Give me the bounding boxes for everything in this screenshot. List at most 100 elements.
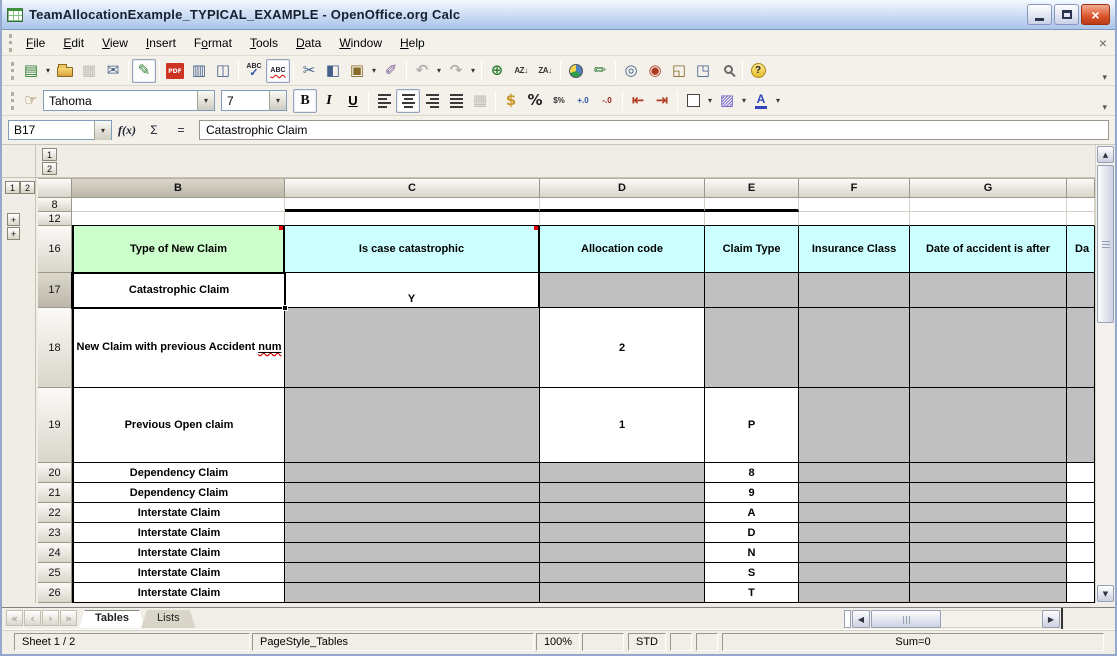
menu-help[interactable]: Help xyxy=(391,33,434,53)
percent-format-button[interactable]: % xyxy=(523,89,547,113)
sort-ascending-button[interactable]: AZ↓ xyxy=(509,59,533,83)
menu-format[interactable]: Format xyxy=(185,33,241,53)
cell[interactable] xyxy=(285,308,540,388)
row-header-19[interactable]: 19 xyxy=(38,388,72,463)
cell-b16[interactable]: Type of New Claim xyxy=(72,226,285,273)
borders-button[interactable] xyxy=(681,89,705,113)
find-replace-button[interactable]: ◎ xyxy=(619,59,643,83)
cell-d19[interactable]: 1 xyxy=(540,388,705,463)
next-sheet-icon[interactable]: › xyxy=(42,610,59,626)
menu-view[interactable]: View xyxy=(93,33,137,53)
cell[interactable] xyxy=(285,463,540,483)
cell-b20[interactable]: Dependency Claim xyxy=(72,463,285,483)
open-button[interactable] xyxy=(53,59,77,83)
cell-e23[interactable]: D xyxy=(705,523,799,543)
cell[interactable] xyxy=(910,563,1067,583)
cell-b19[interactable]: Previous Open claim xyxy=(72,388,285,463)
cell-e24[interactable]: N xyxy=(705,543,799,563)
standard-format-button[interactable]: $% xyxy=(547,89,571,113)
column-header-h-partial[interactable] xyxy=(1067,178,1095,198)
cell-c17[interactable]: Y xyxy=(285,273,540,308)
sum-button[interactable]: Σ xyxy=(142,119,166,141)
cell[interactable] xyxy=(705,212,799,226)
cell[interactable] xyxy=(799,273,910,308)
cell-d16[interactable]: Allocation code xyxy=(540,226,705,273)
cell[interactable] xyxy=(799,388,910,463)
cell[interactable] xyxy=(72,198,285,212)
page-preview-button[interactable]: ◫ xyxy=(211,59,235,83)
cell[interactable] xyxy=(540,483,705,503)
cell[interactable] xyxy=(285,198,540,212)
status-selection-mode[interactable]: STD xyxy=(628,633,666,651)
zoom-button[interactable] xyxy=(715,59,739,83)
gallery-button[interactable]: ◱ xyxy=(667,59,691,83)
edit-file-button[interactable]: ✎ xyxy=(132,59,156,83)
cell[interactable] xyxy=(1067,212,1095,226)
cell-e21[interactable]: 9 xyxy=(705,483,799,503)
cell[interactable] xyxy=(285,212,540,226)
cell[interactable] xyxy=(1067,503,1095,523)
maximize-button[interactable] xyxy=(1054,4,1079,25)
toolbar-options-icon[interactable]: ▾ xyxy=(1102,102,1107,115)
styles-button[interactable]: ☞ xyxy=(19,89,43,113)
cell[interactable] xyxy=(1067,543,1095,563)
align-right-button[interactable] xyxy=(420,89,444,113)
cell-e19[interactable]: P xyxy=(705,388,799,463)
email-button[interactable]: ✉ xyxy=(101,59,125,83)
close-document-icon[interactable]: × xyxy=(1099,36,1107,50)
cell-b18[interactable]: New Claim with previous Accident num xyxy=(72,308,285,388)
cell[interactable] xyxy=(285,543,540,563)
menu-tools[interactable]: Tools xyxy=(241,33,287,53)
cell[interactable] xyxy=(540,198,705,212)
horizontal-scrollbar-thumb[interactable] xyxy=(871,610,941,628)
cell-h16[interactable]: Da xyxy=(1067,226,1095,273)
cell[interactable] xyxy=(799,503,910,523)
new-document-button[interactable]: ▤ xyxy=(19,59,43,83)
cell[interactable] xyxy=(1067,583,1095,603)
formula-input[interactable]: Catastrophic Claim xyxy=(199,120,1109,140)
scroll-right-icon[interactable]: ▶ xyxy=(1042,610,1060,628)
cell[interactable] xyxy=(910,463,1067,483)
scroll-left-icon[interactable]: ◀ xyxy=(852,610,870,628)
cell[interactable] xyxy=(910,523,1067,543)
cell[interactable] xyxy=(285,388,540,463)
font-size-dropdown-icon[interactable]: ▾ xyxy=(269,91,286,110)
format-paintbrush-button[interactable]: ✐ xyxy=(379,59,403,83)
row-header-18[interactable]: 18 xyxy=(38,308,72,388)
redo-dropdown-icon[interactable]: ▾ xyxy=(468,66,478,75)
sheet-tab-tables[interactable]: Tables xyxy=(79,610,145,628)
undo-button[interactable]: ↶ xyxy=(410,59,434,83)
cell-e26[interactable]: T xyxy=(705,583,799,603)
export-pdf-button[interactable]: PDF xyxy=(163,59,187,83)
column-header-e[interactable]: E xyxy=(705,178,799,198)
align-justify-button[interactable] xyxy=(444,89,468,113)
fill-handle[interactable] xyxy=(282,305,288,311)
merge-cells-button[interactable]: ▦ xyxy=(468,89,492,113)
cell[interactable] xyxy=(1067,463,1095,483)
cell[interactable] xyxy=(1067,523,1095,543)
cell[interactable] xyxy=(705,308,799,388)
cell[interactable] xyxy=(910,212,1067,226)
select-all-corner[interactable] xyxy=(38,178,72,198)
font-name-combo[interactable]: Tahoma ▾ xyxy=(43,90,215,111)
cell[interactable] xyxy=(540,523,705,543)
hyperlink-button[interactable]: ⊕ xyxy=(485,59,509,83)
function-wizard-button[interactable]: f(x) xyxy=(115,119,139,141)
cell-b26[interactable]: Interstate Claim xyxy=(72,583,285,603)
cell-e22[interactable]: A xyxy=(705,503,799,523)
cell[interactable] xyxy=(285,483,540,503)
column-header-b[interactable]: B xyxy=(72,178,285,198)
autospellcheck-button[interactable]: ABC xyxy=(266,59,290,83)
data-sources-button[interactable]: ◳ xyxy=(691,59,715,83)
name-box[interactable]: B17 ▾ xyxy=(8,120,112,140)
row-outline-level-1-button[interactable]: 1 xyxy=(5,181,20,194)
menu-insert[interactable]: Insert xyxy=(137,33,185,53)
cell[interactable] xyxy=(1067,388,1095,463)
cell-d18[interactable]: 2 xyxy=(540,308,705,388)
copy-button[interactable]: ◧ xyxy=(321,59,345,83)
column-outline-level-1-button[interactable]: 1 xyxy=(42,148,57,161)
save-button[interactable]: ▦ xyxy=(77,59,101,83)
cell[interactable] xyxy=(540,563,705,583)
cell[interactable] xyxy=(799,563,910,583)
row-header-8[interactable]: 8 xyxy=(38,198,72,212)
